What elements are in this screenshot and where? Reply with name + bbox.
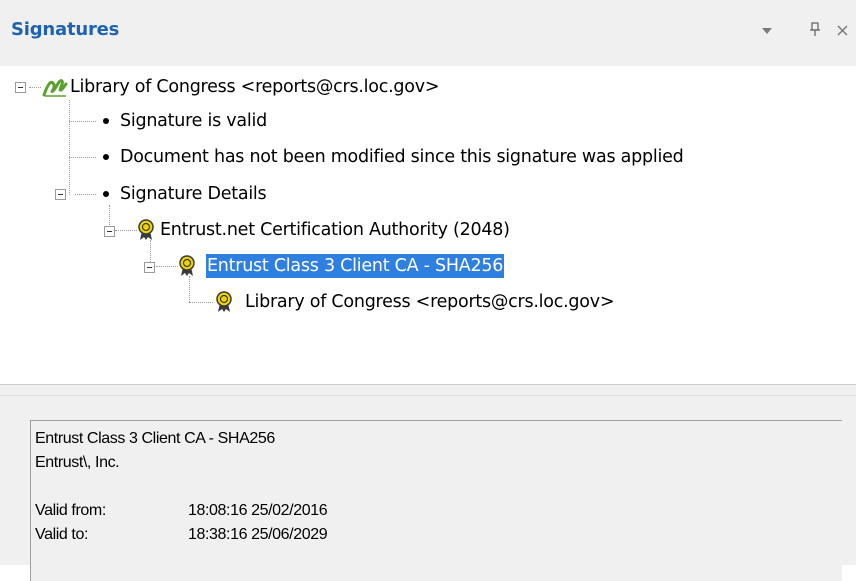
valid-from-label: Valid from: <box>35 502 106 519</box>
selected-item-label: Entrust Class 3 Client CA - SHA256 <box>206 254 505 278</box>
tree-item-leaf-cert[interactable]: Library of Congress <reports@crs.loc.gov… <box>244 290 615 314</box>
certificate-icon <box>179 255 195 276</box>
certificate-icon <box>138 219 154 240</box>
detail-organization: Entrust\, Inc. <box>35 454 120 471</box>
chevron-down-icon <box>762 28 772 34</box>
bullet-icon <box>103 154 109 160</box>
collapse-toggle-signer[interactable] <box>15 82 26 93</box>
tree-item-signature-valid[interactable]: Signature is valid <box>119 109 268 133</box>
panel-title: Signatures <box>11 19 120 40</box>
tree-item-not-modified[interactable]: Document has not been modified since thi… <box>119 145 684 169</box>
splitter[interactable] <box>0 384 856 396</box>
detail-name: Entrust Class 3 Client CA - SHA256 <box>35 430 275 447</box>
collapse-toggle-details[interactable] <box>55 189 66 200</box>
valid-from-value: 18:08:16 25/02/2016 <box>188 502 328 519</box>
bullet-icon <box>103 118 109 124</box>
valid-to-label: Valid to: <box>35 526 89 543</box>
bullet-icon <box>103 191 109 197</box>
panel-menu-button[interactable] <box>760 20 774 45</box>
panel-header: Signatures <box>0 0 856 66</box>
tree-item-signature-details[interactable]: Signature Details <box>119 182 267 206</box>
tree-item-root-cert[interactable]: Entrust.net Certification Authority (204… <box>159 218 511 242</box>
valid-to-value: 18:38:16 25/06/2029 <box>188 526 328 543</box>
pin-icon <box>810 22 820 36</box>
signature-tree[interactable]: Library of Congress <reports@crs.loc.gov… <box>9 66 856 384</box>
details-pane: Entrust Class 3 Client CA - SHA256 Entru… <box>0 396 856 581</box>
collapse-toggle-root-cert[interactable] <box>104 226 115 237</box>
collapse-toggle-intermediate-cert[interactable] <box>144 262 155 273</box>
close-button[interactable] <box>836 20 850 45</box>
close-icon <box>837 25 848 36</box>
certificate-icon <box>216 291 232 312</box>
pin-button[interactable] <box>808 20 822 45</box>
certificate-details[interactable]: Entrust Class 3 Client CA - SHA256 Entru… <box>30 420 842 581</box>
tree-item-intermediate-cert[interactable]: Entrust Class 3 Client CA - SHA256 <box>206 254 505 278</box>
tree-item-signer-label: Library of Congress <reports@crs.loc.gov… <box>70 77 440 97</box>
signature-icon <box>42 79 68 97</box>
tree-item-signer[interactable]: Library of Congress <reports@crs.loc.gov… <box>69 75 440 99</box>
